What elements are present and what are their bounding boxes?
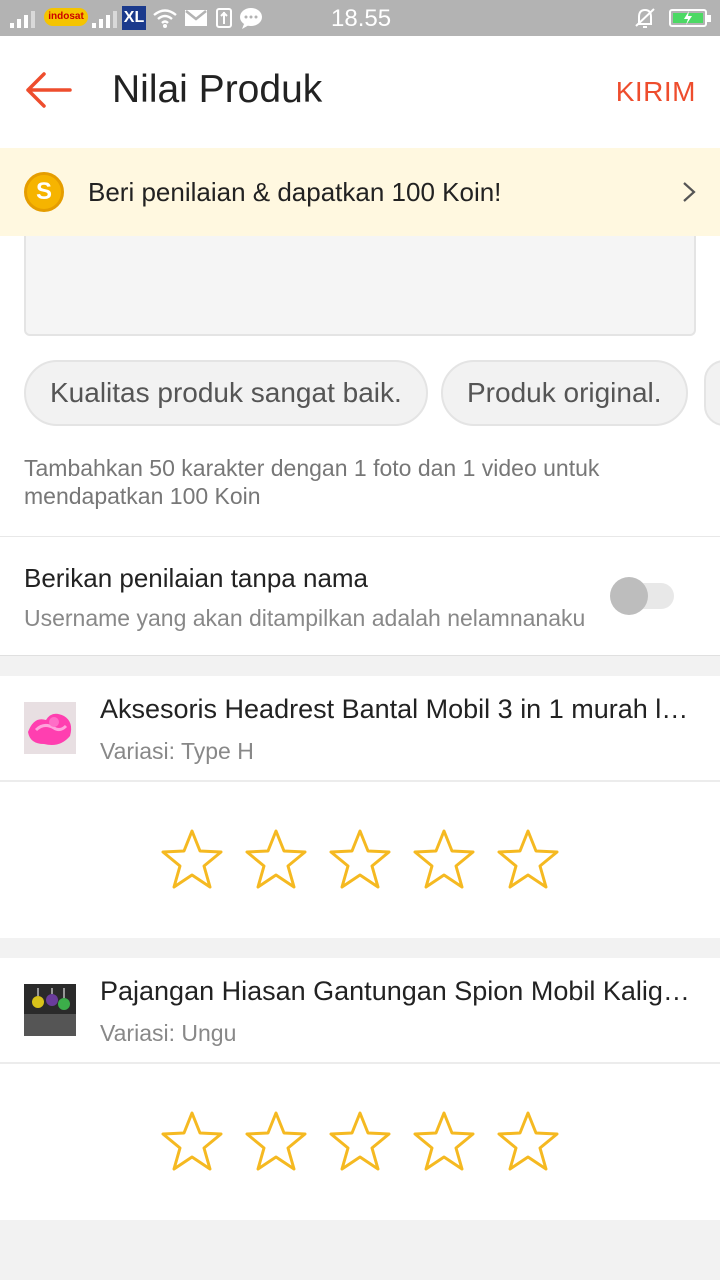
- quick-review-chip[interactable]: Produk original.: [441, 360, 688, 426]
- anonymous-subtitle: Username yang akan ditampilkan adalah ne…: [24, 605, 586, 631]
- app-header: Nilai Produk KIRIM: [0, 36, 720, 148]
- product-name: Aksesoris Headrest Bantal Mobil 3 in 1 m…: [100, 694, 698, 724]
- clock: 18.55: [331, 5, 392, 32]
- quick-review-chip[interactable]: Kualitas produk sangat baik.: [24, 360, 428, 426]
- status-bar: indosat XL 18.55: [0, 0, 720, 36]
- wifi-icon: [153, 9, 177, 28]
- star-icon[interactable]: [328, 828, 392, 890]
- coin-icon: S: [24, 172, 64, 212]
- product-variation: Variasi: Type H: [100, 738, 254, 764]
- chat-icon: [240, 8, 262, 29]
- back-arrow-icon[interactable]: [24, 70, 72, 110]
- signal-icon-2: [92, 8, 117, 28]
- xl-carrier-icon: XL: [122, 6, 146, 30]
- star-icon[interactable]: [496, 1110, 560, 1172]
- alarm-off-icon: [635, 8, 655, 28]
- star-icon[interactable]: [412, 828, 476, 890]
- coin-hint-text: Tambahkan 50 karakter dengan 1 foto dan …: [24, 455, 600, 509]
- signal-icon: [10, 8, 35, 28]
- carrier-logo: indosat: [44, 8, 88, 26]
- product-thumbnail: [24, 702, 76, 754]
- star-icon[interactable]: [160, 1110, 224, 1172]
- star-rating: [0, 1064, 720, 1220]
- star-icon[interactable]: [328, 1110, 392, 1172]
- anonymous-toggle[interactable]: [610, 577, 674, 615]
- coin-reward-banner[interactable]: S Beri penilaian & dapatkan 100 Koin!: [0, 148, 720, 236]
- send-button[interactable]: KIRIM: [616, 76, 696, 108]
- battery-icon: [669, 9, 711, 27]
- star-icon[interactable]: [244, 1110, 308, 1172]
- chevron-right-icon: [683, 182, 696, 202]
- anonymous-title: Berikan penilaian tanpa nama: [24, 563, 369, 593]
- star-icon[interactable]: [496, 828, 560, 890]
- banner-text: Beri penilaian & dapatkan 100 Koin!: [88, 177, 502, 207]
- star-icon[interactable]: [160, 828, 224, 890]
- review-textarea[interactable]: [24, 236, 696, 336]
- quick-review-chip-partial[interactable]: [704, 360, 720, 426]
- star-icon[interactable]: [412, 1110, 476, 1172]
- page-title: Nilai Produk: [112, 68, 323, 111]
- product-name: Pajangan Hiasan Gantungan Spion Mobil Ka…: [100, 976, 698, 1006]
- product-thumbnail: [24, 984, 76, 1036]
- star-rating: [0, 782, 720, 938]
- product-header: Pajangan Hiasan Gantungan Spion Mobil Ka…: [0, 958, 720, 1064]
- anonymous-review-row: Berikan penilaian tanpa nama Username ya…: [0, 536, 720, 656]
- star-icon[interactable]: [244, 828, 308, 890]
- product-header: Aksesoris Headrest Bantal Mobil 3 in 1 m…: [0, 676, 720, 782]
- product-rating-card: Aksesoris Headrest Bantal Mobil 3 in 1 m…: [0, 676, 720, 938]
- usb-icon: [216, 8, 232, 28]
- review-section: Kualitas produk sangat baik. Produk orig…: [0, 236, 720, 536]
- gmail-icon: [185, 10, 207, 26]
- product-rating-card: Pajangan Hiasan Gantungan Spion Mobil Ka…: [0, 958, 720, 1220]
- product-variation: Variasi: Ungu: [100, 1020, 237, 1046]
